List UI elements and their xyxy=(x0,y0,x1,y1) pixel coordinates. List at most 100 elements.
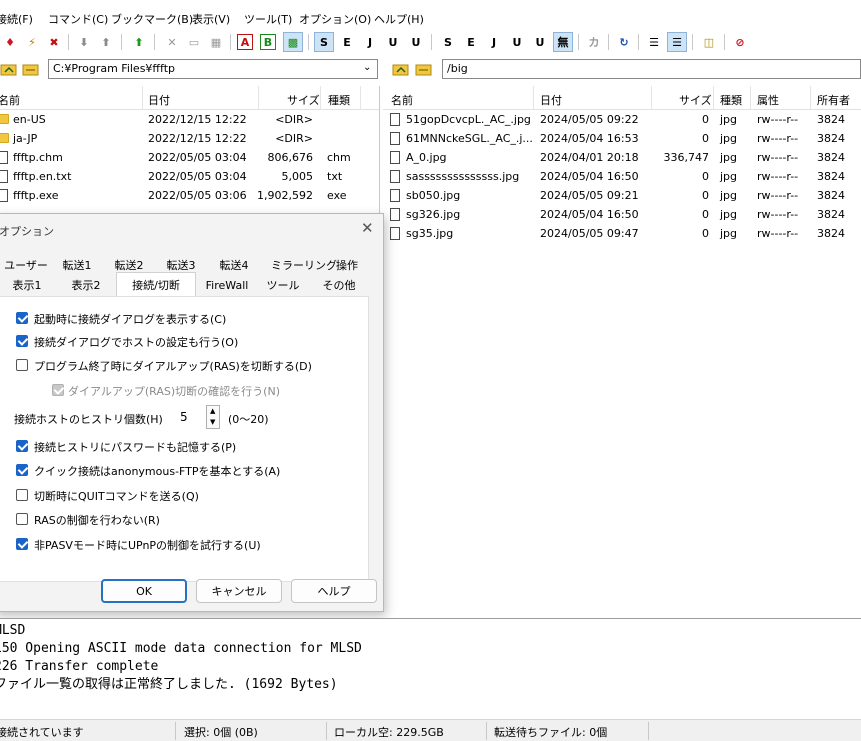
list-item[interactable]: sassssssssssssss.jpg 2024/05/04 16:50 0 … xyxy=(383,168,861,187)
help-button[interactable]: ヘルプ xyxy=(291,579,377,603)
list-view-icon[interactable]: ☰ xyxy=(644,32,664,52)
kana-button[interactable]: カ xyxy=(584,32,604,52)
tab-other[interactable]: その他 xyxy=(311,275,367,295)
delete-icon[interactable]: ✕ xyxy=(162,32,182,52)
remote-euc-button[interactable]: E xyxy=(461,32,481,52)
local-path-input[interactable]: C:¥Program Files¥ffftp xyxy=(48,59,378,79)
remote-path-bar: /big xyxy=(390,59,861,81)
list-item[interactable]: ffftp.en.txt 2022/05/05 03:04 5,005 txt xyxy=(0,168,379,187)
euc-button[interactable]: E xyxy=(337,32,357,52)
refresh-icon[interactable]: ↻ xyxy=(614,32,634,52)
ascii-mode-button[interactable]: A xyxy=(237,34,253,50)
connection-status: 接続されています xyxy=(0,726,84,739)
menu-command[interactable]: コマンド(C) xyxy=(48,11,108,27)
tab-display2[interactable]: 表示2 xyxy=(59,275,113,295)
tab-transfer1[interactable]: 転送1 xyxy=(53,255,101,275)
remote-col-owner[interactable]: 所有者 xyxy=(817,92,850,108)
upload-icon[interactable]: ⬆ xyxy=(96,32,116,52)
quick-connect-icon[interactable]: ⚡ xyxy=(22,32,42,52)
ras-disconnect-checkbox[interactable] xyxy=(16,359,28,371)
jis-button[interactable]: J xyxy=(360,32,380,52)
file-icon xyxy=(390,170,400,183)
remote-jis-button[interactable]: J xyxy=(484,32,504,52)
close-icon[interactable]: ✕ xyxy=(361,219,374,237)
spin-up-icon[interactable]: ▲ xyxy=(210,407,215,415)
download-icon[interactable]: ⬇ xyxy=(74,32,94,52)
tab-connect-disconnect[interactable]: 接続/切断 xyxy=(116,272,196,297)
list-item[interactable]: ffftp.chm 2022/05/05 03:04 806,676 chm xyxy=(0,149,379,168)
send-quit-checkbox[interactable] xyxy=(16,489,28,501)
menu-connect[interactable]: 接続(F) xyxy=(0,11,33,27)
no-conversion-button[interactable]: 無 xyxy=(553,32,573,52)
remote-col-size[interactable]: サイズ xyxy=(679,92,712,108)
list-item[interactable]: sg35.jpg 2024/05/05 09:47 0 jpg rw----r-… xyxy=(383,225,861,244)
menu-tools[interactable]: ツール(T) xyxy=(244,11,292,27)
anonymous-ftp-checkbox[interactable] xyxy=(16,464,28,476)
file-icon xyxy=(390,189,400,202)
spin-down-icon[interactable]: ▼ xyxy=(210,418,215,426)
file-icon xyxy=(390,208,400,221)
menu-help[interactable]: ヘルプ(H) xyxy=(374,11,424,27)
show-connect-dialog-checkbox[interactable] xyxy=(16,312,28,324)
tab-display1[interactable]: 表示1 xyxy=(1,275,53,295)
no-ras-control-label: RASの制御を行わない(R) xyxy=(34,514,160,527)
menu-view[interactable]: 表示(V) xyxy=(192,11,230,27)
menu-options[interactable]: オプション(O) xyxy=(299,11,371,27)
remote-utf8-button[interactable]: U xyxy=(507,32,527,52)
remote-col-date[interactable]: 日付 xyxy=(540,92,562,108)
list-item[interactable]: A_0.jpg 2024/04/01 20:18 336,747 jpg rw-… xyxy=(383,149,861,168)
mkdir-icon[interactable]: ▦ xyxy=(206,32,226,52)
list-item[interactable]: sb050.jpg 2024/05/05 09:21 0 jpg rw----r… xyxy=(383,187,861,206)
cancel-button[interactable]: キャンセル xyxy=(196,579,282,603)
remote-open-folder-icon[interactable] xyxy=(415,61,433,77)
log-line: MLSD xyxy=(0,623,26,638)
local-col-size[interactable]: サイズ xyxy=(287,92,320,108)
list-item[interactable]: 51gopDcvcpL._AC_.jpg 2024/05/05 09:22 0 … xyxy=(383,111,861,130)
remote-col-name[interactable]: 名前 xyxy=(391,92,413,108)
auto-mode-icon[interactable]: ▩ xyxy=(283,32,303,52)
remote-up-folder-icon[interactable] xyxy=(392,61,410,77)
chevron-down-icon[interactable]: ⌄ xyxy=(363,62,371,73)
tab-firewall[interactable]: FireWall xyxy=(198,275,256,295)
list-item[interactable]: en-US 2022/12/15 12:22 <DIR> xyxy=(0,111,379,130)
ok-button[interactable]: OK xyxy=(101,579,187,603)
connect-icon[interactable]: ♦ xyxy=(0,32,20,52)
tab-operation[interactable]: 操作 xyxy=(327,255,367,275)
utf8-bom-button[interactable]: U xyxy=(406,32,426,52)
mirror-upload-icon[interactable]: ⬆ xyxy=(129,32,149,52)
binary-mode-button[interactable]: B xyxy=(260,34,276,50)
remote-col-attr[interactable]: 属性 xyxy=(757,92,779,108)
save-password-checkbox[interactable] xyxy=(16,440,28,452)
utf8-button[interactable]: U xyxy=(383,32,403,52)
rename-icon[interactable]: ▭ xyxy=(184,32,204,52)
disconnect-icon[interactable]: ✖ xyxy=(44,32,64,52)
remote-path-input[interactable]: /big xyxy=(442,59,861,79)
sync-folders-icon[interactable]: ◫ xyxy=(699,32,719,52)
file-icon xyxy=(390,151,400,164)
local-col-name[interactable]: 名前 xyxy=(0,92,20,108)
tab-transfer4[interactable]: 転送4 xyxy=(209,255,259,275)
upnp-control-label: 非PASVモード時にUPnPの制御を試行する(U) xyxy=(34,539,261,552)
remote-utf8-bom-button[interactable]: U xyxy=(530,32,550,52)
remote-sjis-button[interactable]: S xyxy=(438,32,458,52)
tab-user[interactable]: ユーザー xyxy=(1,255,51,275)
tab-tools[interactable]: ツール xyxy=(261,275,305,295)
menu-bookmark[interactable]: ブックマーク(B) xyxy=(111,11,193,27)
upnp-control-checkbox[interactable] xyxy=(16,538,28,550)
sjis-button[interactable]: S xyxy=(314,32,334,52)
local-col-type[interactable]: 種類 xyxy=(328,92,350,108)
stop-icon[interactable]: ⊘ xyxy=(730,32,750,52)
no-ras-control-checkbox[interactable] xyxy=(16,513,28,525)
local-col-date[interactable]: 日付 xyxy=(148,92,170,108)
local-up-folder-icon[interactable] xyxy=(0,61,18,77)
history-count-value[interactable]: 5 xyxy=(180,410,188,424)
list-item[interactable]: 61MNNckeSGL._AC_.j... 2024/05/04 16:53 0… xyxy=(383,130,861,149)
list-item[interactable]: sg326.jpg 2024/05/04 16:50 0 jpg rw----r… xyxy=(383,206,861,225)
remote-col-type[interactable]: 種類 xyxy=(720,92,742,108)
host-settings-checkbox[interactable] xyxy=(16,335,28,347)
list-item[interactable]: ffftp.exe 2022/05/05 03:06 1,902,592 exe xyxy=(0,187,379,206)
detail-view-icon[interactable]: ☰ xyxy=(667,32,687,52)
local-open-folder-icon[interactable] xyxy=(22,61,40,77)
list-item[interactable]: ja-JP 2022/12/15 12:22 <DIR> xyxy=(0,130,379,149)
history-count-spinner[interactable]: ▲ ▼ xyxy=(206,405,220,429)
